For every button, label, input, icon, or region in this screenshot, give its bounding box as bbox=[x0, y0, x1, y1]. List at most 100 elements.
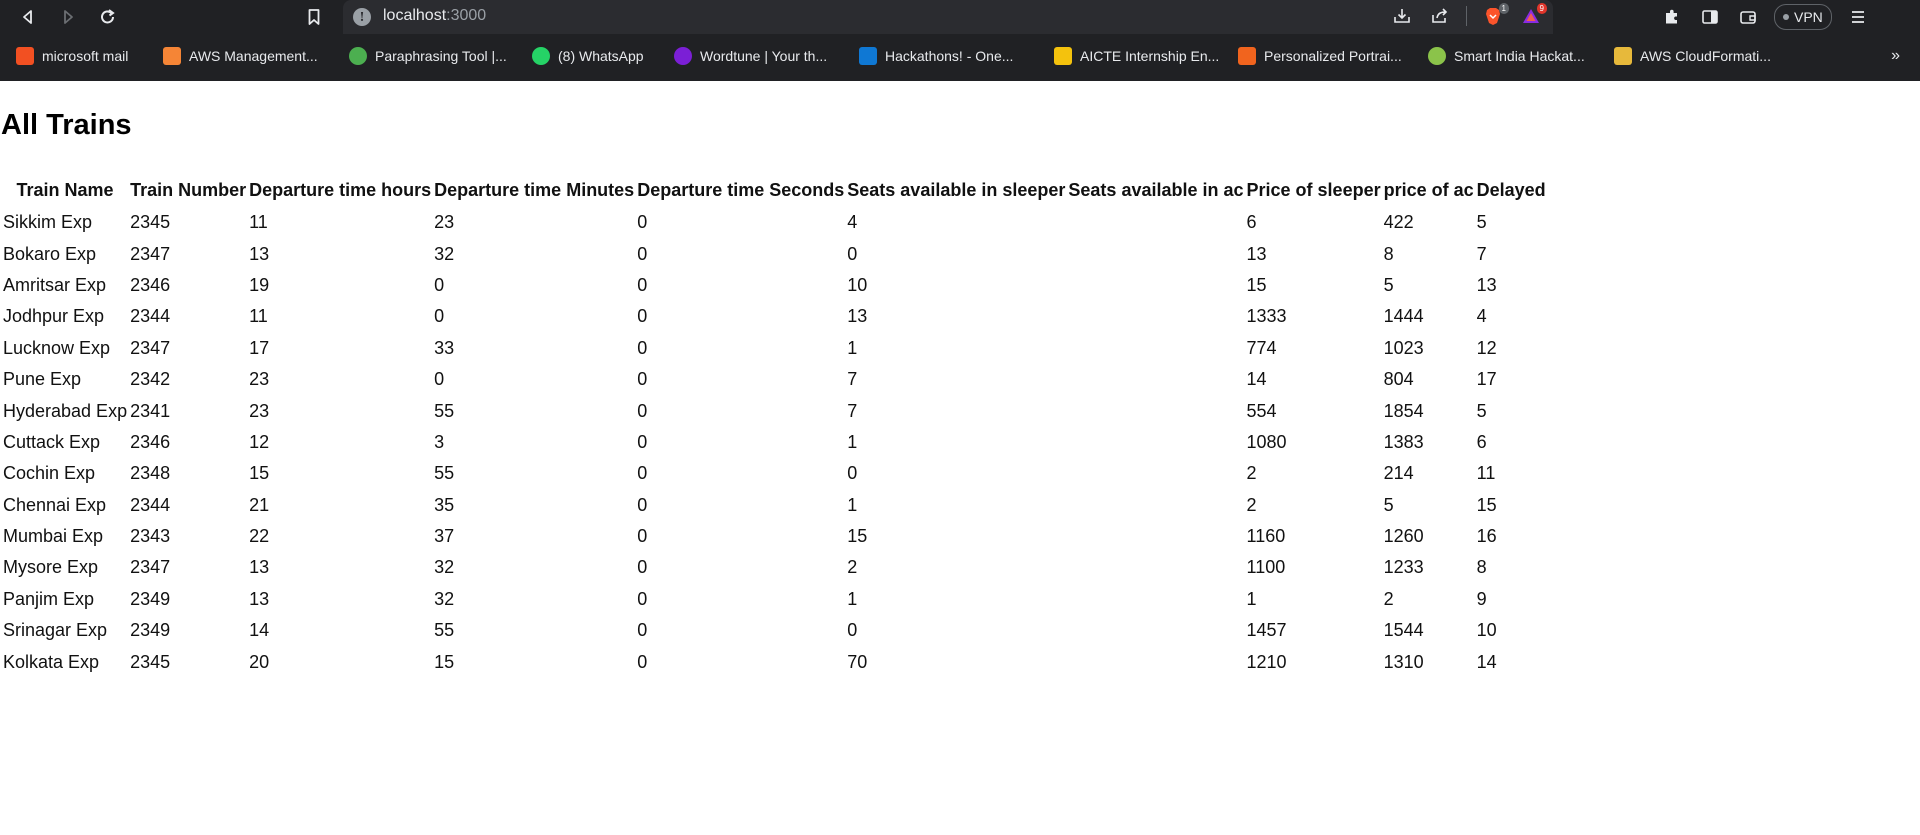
table-cell: Bokaro Exp bbox=[3, 243, 97, 264]
table-cell: 2349 bbox=[130, 588, 171, 609]
bookmark-label: AWS Management... bbox=[189, 48, 318, 64]
bookmark-item[interactable]: (8) WhatsApp bbox=[532, 47, 644, 65]
quillbot-icon bbox=[349, 47, 367, 65]
table-row: Amritsar Exp 2346 19 0 0 10 15 5 13 bbox=[3, 270, 1546, 301]
table-cell: 55 bbox=[434, 463, 455, 484]
bookmark-item[interactable]: Wordtune | Your th... bbox=[674, 47, 827, 65]
table-row: Srinagar Exp 2349 14 55 0 0 1457 1544 10 bbox=[3, 615, 1546, 646]
table-cell: 0 bbox=[637, 557, 648, 578]
table-cell: 6 bbox=[1476, 431, 1487, 452]
table-cell bbox=[1068, 395, 1243, 426]
table-cell: Lucknow Exp bbox=[3, 337, 111, 358]
table-cell: 5 bbox=[1476, 400, 1487, 421]
forward-button[interactable] bbox=[54, 3, 82, 31]
share-icon bbox=[1432, 8, 1448, 23]
table-cell: Mysore Exp bbox=[3, 557, 99, 578]
table-cell: 14 bbox=[249, 620, 270, 641]
bookmark-item[interactable]: Paraphrasing Tool |... bbox=[349, 47, 507, 65]
brave-shields-button[interactable]: 1 bbox=[1481, 3, 1509, 28]
table-cell: 2341 bbox=[130, 400, 171, 421]
table-cell: 1544 bbox=[1383, 620, 1424, 641]
column-header: Train Name bbox=[16, 179, 114, 200]
bookmark-item[interactable]: Smart India Hackat... bbox=[1428, 47, 1585, 65]
address-bar-actions: 1 9 bbox=[1390, 3, 1547, 28]
table-cell: 1 bbox=[847, 494, 858, 515]
table-row: Panjim Exp 2349 13 32 0 1 1 2 9 bbox=[3, 584, 1546, 615]
table-row: Chennai Exp 2344 21 35 0 1 2 5 15 bbox=[3, 490, 1546, 521]
table-cell: 0 bbox=[637, 369, 648, 390]
table-cell: 2348 bbox=[130, 463, 171, 484]
table-cell: 1383 bbox=[1383, 431, 1424, 452]
wallet-button[interactable] bbox=[1736, 5, 1760, 29]
table-cell: 14 bbox=[1476, 651, 1497, 672]
bookmark-label: (8) WhatsApp bbox=[558, 48, 644, 64]
table-row: Bokaro Exp 2347 13 32 0 0 13 8 7 bbox=[3, 238, 1546, 269]
table-cell: Chennai Exp bbox=[3, 494, 107, 515]
site-info-icon[interactable]: ! bbox=[353, 8, 371, 26]
page-content: All Trains Train Name Train Number Departu… bbox=[0, 81, 1920, 835]
vpn-button[interactable]: VPN bbox=[1774, 4, 1832, 30]
reload-button[interactable] bbox=[94, 3, 122, 31]
extensions-button[interactable] bbox=[1660, 5, 1684, 29]
etsy-icon bbox=[1238, 47, 1256, 65]
table-cell: 2 bbox=[847, 557, 858, 578]
column-header: Seats available in ac bbox=[1068, 179, 1244, 200]
bookmark-item[interactable]: Personalized Portrai... bbox=[1238, 47, 1402, 65]
table-cell: 1 bbox=[847, 588, 858, 609]
bookmark-item[interactable]: Hackathons! - One... bbox=[859, 47, 1013, 65]
table-cell bbox=[1068, 238, 1243, 269]
table-cell: 10 bbox=[1476, 620, 1497, 641]
install-app-button[interactable] bbox=[1390, 4, 1414, 28]
table-cell: 1444 bbox=[1383, 306, 1424, 327]
browser-menu-button[interactable] bbox=[1846, 5, 1870, 29]
bookmark-item[interactable]: microsoft mail bbox=[16, 47, 128, 65]
bookmark-item[interactable]: AWS CloudFormati... bbox=[1614, 47, 1771, 65]
url-text[interactable]: localhost:3000 bbox=[383, 7, 486, 25]
sidebar-icon bbox=[1702, 10, 1718, 24]
address-bar[interactable]: ! localhost:3000 1 9 bbox=[343, 0, 1553, 34]
table-row: Mysore Exp 2347 13 32 0 2 1100 1233 8 bbox=[3, 552, 1546, 583]
table-cell: 7 bbox=[1476, 243, 1487, 264]
bookmark-item[interactable]: AICTE Internship En... bbox=[1054, 47, 1219, 65]
trains-table: Train Name Train Number Departure time hou… bbox=[0, 177, 1549, 678]
table-cell: 11 bbox=[249, 212, 268, 233]
column-header: Departure time hours bbox=[249, 179, 432, 200]
wordtune-icon bbox=[674, 47, 692, 65]
table-cell: 2 bbox=[1246, 463, 1257, 484]
table-row: Lucknow Exp 2347 17 33 0 1 774 1023 12 bbox=[3, 333, 1546, 364]
table-cell: 11 bbox=[1476, 463, 1496, 484]
table-cell: Sikkim Exp bbox=[3, 212, 93, 233]
bookmark-page-button[interactable] bbox=[300, 3, 328, 31]
table-cell: 5 bbox=[1383, 494, 1394, 515]
aicte-icon bbox=[1054, 47, 1072, 65]
table-cell: 1260 bbox=[1383, 526, 1424, 547]
table-cell: Jodhpur Exp bbox=[3, 306, 105, 327]
table-cell: 13 bbox=[249, 557, 270, 578]
table-cell: 17 bbox=[249, 337, 270, 358]
column-header: Seats available in sleeper bbox=[847, 179, 1066, 200]
back-button[interactable] bbox=[14, 3, 42, 31]
table-cell: 55 bbox=[434, 400, 455, 421]
wallet-icon bbox=[1740, 11, 1756, 24]
brave-rewards-button[interactable]: 9 bbox=[1519, 3, 1547, 28]
table-cell bbox=[1068, 364, 1243, 395]
hamburger-menu-icon bbox=[1851, 11, 1864, 23]
share-button[interactable] bbox=[1428, 4, 1452, 28]
table-row: Jodhpur Exp 2344 11 0 0 13 1333 1444 4 bbox=[3, 301, 1546, 332]
bookmark-label: AWS CloudFormati... bbox=[1640, 48, 1771, 64]
bookmark-item[interactable]: AWS Management... bbox=[163, 47, 318, 65]
table-cell bbox=[1068, 427, 1243, 458]
column-header: price of ac bbox=[1383, 179, 1474, 200]
table-cell: 1333 bbox=[1246, 306, 1287, 327]
address-bar-divider bbox=[1466, 6, 1467, 26]
table-cell: 1 bbox=[847, 431, 858, 452]
table-cell: 1100 bbox=[1246, 557, 1286, 578]
sidebar-toggle-button[interactable] bbox=[1698, 5, 1722, 29]
table-cell: 15 bbox=[847, 526, 868, 547]
table-cell: Kolkata Exp bbox=[3, 651, 100, 672]
table-cell: 7 bbox=[847, 400, 858, 421]
bookmarks-overflow-button[interactable]: » bbox=[1891, 47, 1900, 65]
table-cell: 13 bbox=[1246, 243, 1267, 264]
table-cell: 774 bbox=[1246, 337, 1277, 358]
table-cell: 0 bbox=[637, 620, 648, 641]
